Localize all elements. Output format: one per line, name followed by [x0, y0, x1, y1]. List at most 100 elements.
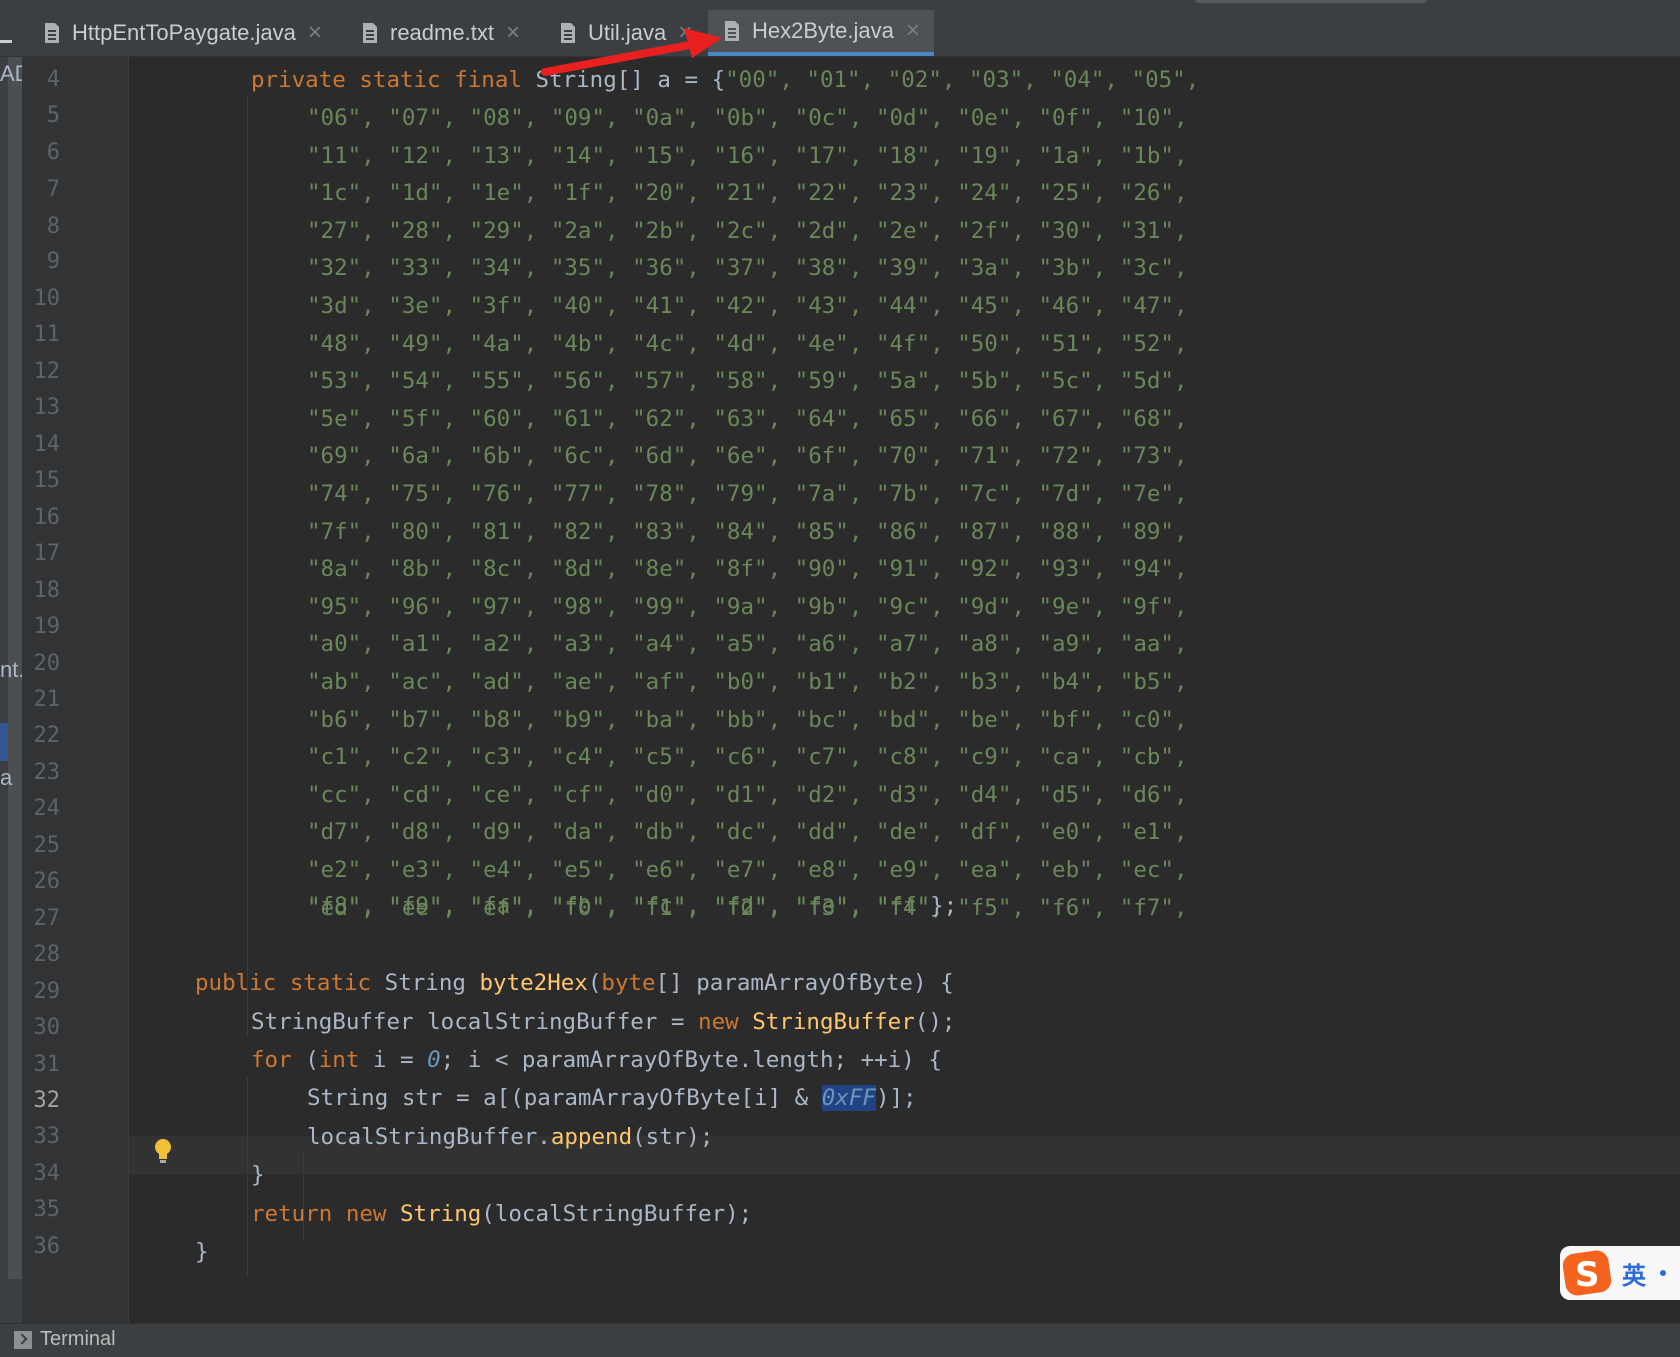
terminal-label: Terminal: [40, 1328, 116, 1350]
line-number: 36: [33, 1234, 61, 1259]
line-number: 18: [33, 578, 61, 603]
code-text: (: [587, 970, 602, 996]
method-name: append: [550, 1124, 633, 1150]
string-literals: "8a", "8b", "8c", "8d", "8e", "8f", "90"…: [307, 556, 1188, 583]
tab-util[interactable]: Util.java ×: [560, 10, 692, 56]
line-number: 26: [33, 869, 61, 894]
code-text: [] a = {: [616, 67, 726, 93]
line-number: 10: [33, 286, 61, 311]
line-number: 14: [33, 432, 61, 457]
close-icon[interactable]: ×: [678, 21, 692, 45]
string-literals: "69", "6a", "6b", "6c", "6d", "6e", "6f"…: [307, 443, 1188, 470]
line-number-gutter: 4 5 6 7 8 9 10 11 12 13 14 15 16 17 18 19 20 21 22 23 24 25 26…: [22, 57, 129, 1323]
code-line-hex-row: "d7", "d8", "d9", "da", "db", "dc", "dd"…: [307, 813, 1188, 852]
string-literals: "27", "28", "29", "2a", "2b", "2c", "2d"…: [307, 217, 1188, 244]
tab-httpenttopaygate[interactable]: HttpEntToPaygate.java ×: [44, 10, 322, 56]
collapse-button[interactable]: [0, 40, 12, 43]
line-number: 33: [33, 1124, 61, 1149]
file-icon: [560, 22, 576, 44]
string-literals: "f8", "f9", "fa", "fb", "fc", "fd", "fe"…: [307, 893, 931, 919]
code-line-hex-row: "95", "96", "97", "98", "99", "9a", "9b"…: [307, 588, 1188, 627]
keyword: byte: [601, 970, 656, 996]
code-text: (localStringBuffer);: [481, 1201, 753, 1227]
code-line-hex-row: "11", "12", "13", "14", "15", "16", "17"…: [307, 137, 1188, 176]
tab-readme[interactable]: readme.txt ×: [362, 10, 520, 56]
project-tree-fragment: a: [0, 765, 13, 790]
keyword: public static: [195, 970, 385, 996]
code-line-hex-row: "c1", "c2", "c3", "c4", "c5", "c6", "c7"…: [307, 738, 1188, 777]
search-field[interactable]: [1195, 0, 1427, 3]
code-text: String str = a[(paramArrayOfByte[i] &: [307, 1085, 822, 1111]
line-number: 12: [33, 359, 61, 384]
ime-indicator[interactable]: S 英: [1560, 1246, 1680, 1300]
string-literals: "74", "75", "76", "77", "78", "79", "7a"…: [307, 481, 1188, 507]
line-number: 34: [33, 1161, 61, 1186]
string-literals: "7f", "80", "81", "82", "83", "84", "85"…: [307, 518, 1188, 545]
code-editor[interactable]: private static final String[] a = {"00",…: [129, 57, 1680, 1323]
string-literals: "53", "54", "55", "56", "57", "58", "59"…: [307, 368, 1188, 395]
line-number: 32: [33, 1088, 61, 1113]
string-literals: "e2", "e3", "e4", "e5", "e6", "e7", "e8"…: [307, 857, 1188, 883]
string-literals: "a0", "a1", "a2", "a3", "a4", "a5", "a6"…: [307, 631, 1188, 658]
close-icon[interactable]: ×: [906, 19, 920, 43]
string-literals: "32", "33", "34", "35", "36", "37", "38"…: [307, 255, 1188, 282]
code-text: )];: [875, 1085, 917, 1111]
code-text: }: [251, 1162, 265, 1188]
code-line-hex-row: "53", "54", "55", "56", "57", "58", "59"…: [307, 362, 1188, 401]
line-number: 6: [46, 140, 60, 165]
line-number: 23: [33, 760, 61, 785]
code-line-27: "f8", "f9", "fa", "fb", "fc", "fd", "fe"…: [307, 887, 957, 926]
line-number: 28: [33, 942, 61, 967]
ime-menu-dot[interactable]: [1660, 1270, 1666, 1276]
selected-number-literal[interactable]: 0xFF: [821, 1085, 876, 1111]
keyword: new: [698, 1009, 753, 1035]
file-icon: [724, 20, 740, 42]
code-line-36: }: [195, 1233, 209, 1272]
tab-label: HttpEntToPaygate.java: [72, 20, 296, 45]
code-text: localStringBuffer.: [307, 1124, 551, 1150]
file-icon: [362, 22, 378, 44]
code-text: i =: [372, 1047, 428, 1073]
code-line-30: StringBuffer localStringBuffer = new Str…: [251, 1003, 955, 1042]
tab-hex2byte[interactable]: Hex2Byte.java ×: [708, 10, 934, 56]
close-icon[interactable]: ×: [308, 21, 322, 45]
string-literals: "1c", "1d", "1e", "1f", "20", "21", "22"…: [307, 180, 1188, 207]
string-literals: "06", "07", "08", "09", "0a", "0b", "0c"…: [307, 105, 1188, 131]
string-literals: "ab", "ac", "ad", "ae", "af", "b0", "b1"…: [307, 669, 1188, 695]
code-line-hex-row: "5e", "5f", "60", "61", "62", "63", "64"…: [307, 400, 1188, 439]
close-icon[interactable]: ×: [506, 21, 520, 45]
code-text: (: [305, 1047, 319, 1073]
type: String: [535, 67, 617, 93]
code-line-hex-row: "27", "28", "29", "2a", "2b", "2c", "2d"…: [307, 212, 1188, 251]
string-literals: "b6", "b7", "b8", "b9", "ba", "bb", "bc"…: [307, 706, 1188, 733]
line-number: 9: [46, 249, 60, 274]
line-number: 31: [33, 1052, 61, 1077]
line-number: 17: [33, 541, 61, 566]
lightbulb-icon[interactable]: [153, 1137, 173, 1169]
code-line-hex-row: "8a", "8b", "8c", "8d", "8e", "8f", "90"…: [307, 550, 1188, 589]
editor-tab-bar: HttpEntToPaygate.java × readme.txt × Uti…: [0, 10, 1680, 57]
tab-label: readme.txt: [390, 20, 494, 45]
line-number: 7: [46, 177, 60, 202]
line-number: 22: [33, 723, 61, 748]
line-number: 20: [33, 651, 61, 676]
string-literals: "3d", "3e", "3f", "40", "41", "42", "43"…: [307, 293, 1188, 319]
string-literals: "5e", "5f", "60", "61", "62", "63", "64"…: [307, 405, 1188, 432]
terminal-button[interactable]: Terminal: [14, 1328, 116, 1351]
svg-text:S: S: [1575, 1255, 1600, 1295]
code-line-31: for (int i = 0; i < paramArrayOfByte.len…: [251, 1041, 942, 1080]
code-text: (str);: [632, 1124, 714, 1150]
code-line-hex-row: "06", "07", "08", "09", "0a", "0b", "0c"…: [307, 99, 1188, 138]
title-bar: [0, 0, 1680, 10]
code-line-35: return new String(localStringBuffer);: [251, 1195, 752, 1234]
number-literal: 0: [427, 1047, 441, 1073]
method-name: StringBuffer: [752, 1009, 915, 1035]
line-number: 30: [33, 1015, 61, 1040]
code-line-hex-row: "69", "6a", "6b", "6c", "6d", "6e", "6f"…: [307, 437, 1188, 476]
string-literals: "00", "01", "02", "03", "04", "05",: [725, 67, 1200, 93]
code-text: StringBuffer localStringBuffer =: [251, 1009, 699, 1035]
code-line-hex-row: "48", "49", "4a", "4b", "4c", "4d", "4e"…: [307, 325, 1188, 364]
tab-label: Hex2Byte.java: [752, 18, 894, 43]
line-number: 5: [46, 103, 60, 128]
code-line-hex-row: "1c", "1d", "1e", "1f", "20", "21", "22"…: [307, 174, 1188, 213]
